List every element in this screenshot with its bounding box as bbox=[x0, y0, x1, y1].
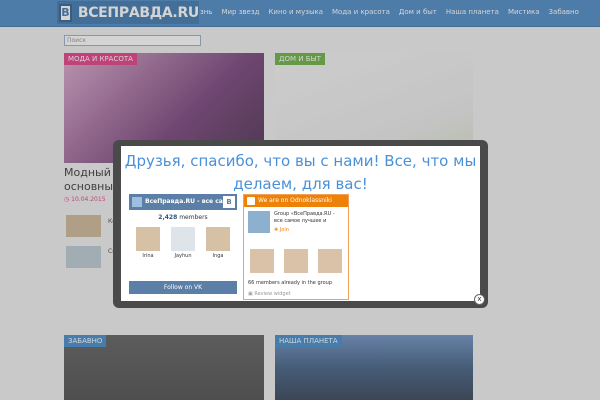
ok-members-count: 66 members already in the group bbox=[248, 280, 332, 286]
vk-members-list: Irina Jayhun Inga bbox=[135, 227, 231, 259]
review-widget-link[interactable]: ▣ Review widget bbox=[248, 291, 291, 297]
modal-title: Друзья, спасибо, что вы с нами! Все, что… bbox=[124, 152, 477, 193]
member-count-label: members bbox=[179, 214, 208, 221]
member-name: Inga bbox=[212, 253, 224, 259]
vk-member-count: 2,428 members bbox=[129, 214, 237, 221]
ok-widget: We are on Odnoklassniki Group «ВсеПравда… bbox=[243, 194, 349, 300]
avatar bbox=[206, 227, 230, 251]
modal-content: Друзья, спасибо, что вы с нами! Все, что… bbox=[121, 146, 485, 305]
vk-member[interactable]: Jayhun bbox=[170, 227, 196, 259]
review-label: Review widget bbox=[254, 291, 291, 297]
vk-member[interactable]: Irina bbox=[135, 227, 161, 259]
vk-logo-icon: В bbox=[223, 196, 235, 208]
ok-header-text: We are on Odnoklassniki bbox=[258, 197, 332, 204]
group-avatar bbox=[132, 197, 142, 207]
avatar[interactable] bbox=[250, 249, 274, 273]
join-button[interactable]: ✚ Join bbox=[274, 227, 289, 233]
close-icon[interactable]: x bbox=[474, 294, 485, 305]
vk-group-name: ВсеПравда.RU - все сам... bbox=[145, 198, 235, 205]
follow-vk-button[interactable]: Follow on VK bbox=[129, 281, 237, 294]
member-count-number: 2,428 bbox=[158, 214, 178, 221]
ok-members-list bbox=[250, 249, 342, 273]
join-label: Join bbox=[279, 227, 289, 233]
ok-group-text[interactable]: Group «ВсеПравда.RU - все самое лучшее и bbox=[274, 211, 344, 225]
group-avatar[interactable] bbox=[248, 211, 270, 233]
ok-widget-header: We are on Odnoklassniki bbox=[244, 195, 348, 207]
avatar[interactable] bbox=[318, 249, 342, 273]
member-name: Irina bbox=[142, 253, 154, 259]
member-name: Jayhun bbox=[174, 253, 192, 259]
vk-member[interactable]: Inga bbox=[205, 227, 231, 259]
avatar[interactable] bbox=[284, 249, 308, 273]
vk-widget-header[interactable]: ВсеПравда.RU - все сам... В bbox=[129, 194, 237, 210]
vk-widget: ВсеПравда.RU - все сам... В 2,428 member… bbox=[129, 194, 237, 302]
subscribe-modal: Друзья, спасибо, что вы с нами! Все, что… bbox=[113, 140, 488, 308]
avatar bbox=[171, 227, 195, 251]
ok-group-info: Group «ВсеПравда.RU - все самое лучшее и… bbox=[248, 211, 344, 241]
odnoklassniki-icon bbox=[247, 197, 255, 205]
avatar bbox=[136, 227, 160, 251]
